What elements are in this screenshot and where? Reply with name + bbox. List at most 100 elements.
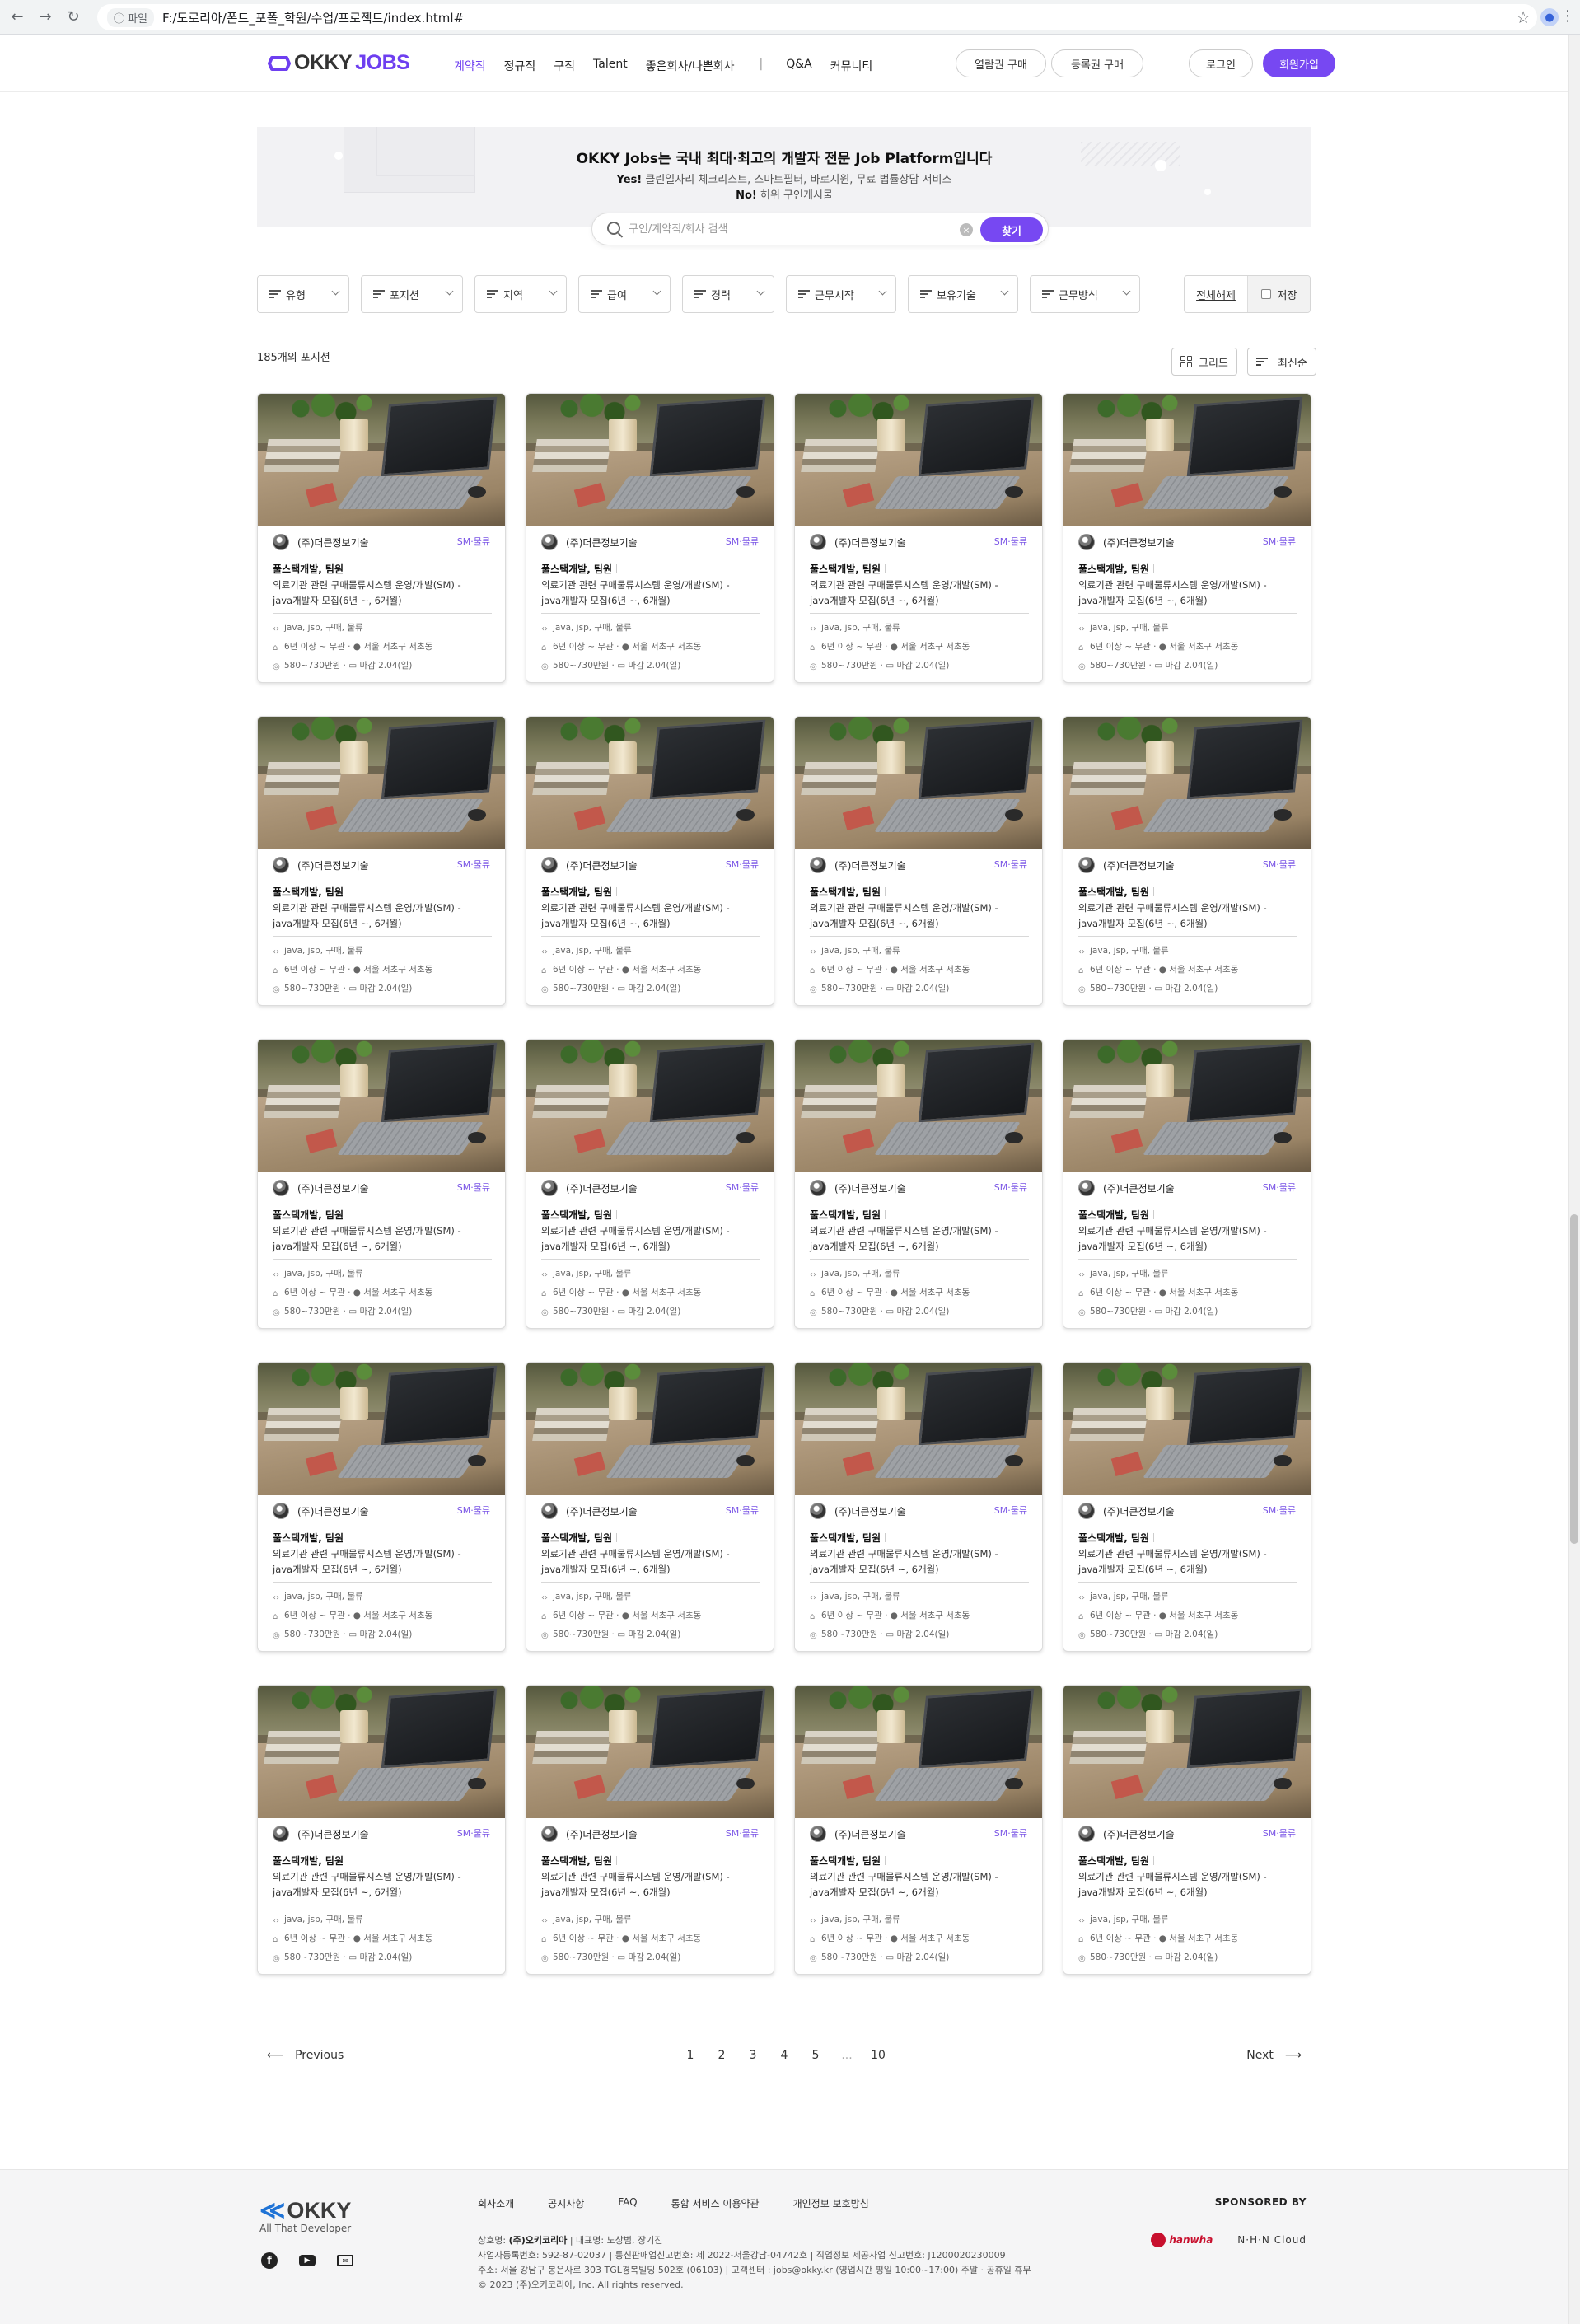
company-name: (주)더큰정보기술 xyxy=(297,537,369,549)
job-description-line: 의료기관 관련 구매물류시스템 운영/개발(SM) - xyxy=(1078,1225,1267,1237)
reload-icon[interactable]: ↻ xyxy=(63,7,84,28)
job-card[interactable]: (주)더큰정보기술 SM·물류 풀스택개발, 팀원 의료기관 관련 구매물류시스… xyxy=(1063,1039,1311,1329)
filter-work-type[interactable]: 근무방식 xyxy=(1030,275,1140,313)
nav-talent[interactable]: Talent xyxy=(593,58,628,74)
job-card[interactable]: (주)더큰정보기술 SM·물류 풀스택개발, 팀원 의료기관 관련 구매물류시스… xyxy=(526,716,774,1006)
job-card[interactable]: (주)더큰정보기술 SM·물류 풀스택개발, 팀원 의료기관 관련 구매물류시스… xyxy=(794,1039,1043,1329)
save-checkbox[interactable] xyxy=(1260,289,1271,299)
job-card[interactable]: (주)더큰정보기술 SM·물류 풀스택개발, 팀원 의료기관 관련 구매물류시스… xyxy=(526,1039,774,1329)
filter-salary[interactable]: 급여 xyxy=(578,275,671,313)
job-card[interactable]: (주)더큰정보기술 SM·물류 풀스택개발, 팀원 의료기관 관련 구매물류시스… xyxy=(257,716,506,1006)
job-card[interactable]: (주)더큰정보기술 SM·물류 풀스택개발, 팀원 의료기관 관련 구매물류시스… xyxy=(257,1039,506,1329)
job-card[interactable]: (주)더큰정보기술 SM·물류 풀스택개발, 팀원 의료기관 관련 구매물류시스… xyxy=(794,1362,1043,1652)
job-card[interactable]: (주)더큰정보기술 SM·물류 풀스택개발, 팀원 의료기관 관련 구매물류시스… xyxy=(257,1362,506,1652)
footer-link-terms[interactable]: 통합 서비스 이용약관 xyxy=(671,2196,760,2210)
footer-link-about[interactable]: 회사소개 xyxy=(478,2196,514,2210)
nav-fulltime[interactable]: 정규직 xyxy=(504,58,536,74)
job-card[interactable]: (주)더큰정보기술 SM·물류 풀스택개발, 팀원 의료기관 관련 구매물류시스… xyxy=(257,393,506,683)
footer-link-faq[interactable]: FAQ xyxy=(618,2196,637,2210)
filter-start[interactable]: 근무시작 xyxy=(786,275,896,313)
nhn-cloud-logo[interactable]: N·H·N Cloud xyxy=(1237,2234,1307,2246)
job-card[interactable]: (주)더큰정보기술 SM·물류 풀스택개발, 팀원 의료기관 관련 구매물류시스… xyxy=(257,1685,506,1975)
profile-icon[interactable]: ● xyxy=(1540,8,1559,26)
scrollbar-thumb[interactable] xyxy=(1570,1214,1578,1544)
footer-logo[interactable]: ≪ OKKY xyxy=(259,2196,351,2225)
footer-link-notice[interactable]: 공지사항 xyxy=(548,2196,584,2210)
company-name: (주)더큰정보기술 xyxy=(566,1183,638,1195)
page-10[interactable]: 10 xyxy=(862,2049,894,2062)
job-card[interactable]: (주)더큰정보기술 SM·물류 풀스택개발, 팀원 의료기관 관련 구매물류시스… xyxy=(794,716,1043,1006)
page-3[interactable]: 3 xyxy=(737,2049,769,2062)
site-footer: ≪ OKKY All That Developer f ▶ ✉ 회사소개 공지사항… xyxy=(0,2169,1568,2324)
job-salary-deadline-text: 580~730만원 · ▭ 마감 2.04(일) xyxy=(1090,1307,1218,1316)
job-card[interactable]: (주)더큰정보기술 SM·물류 풀스택개발, 팀원 의료기관 관련 구매물류시스… xyxy=(1063,1685,1311,1975)
title-divider xyxy=(616,564,618,573)
job-description-line: java개발자 모집(6년 ~, 6개월) xyxy=(273,1564,402,1575)
job-title-text: 풀스택개발, 팀원 xyxy=(810,886,881,898)
address-bar[interactable]: ⓘ 파일 F:/도로리아/폰트_포폴_학원/수업/프로젝트/index.html# xyxy=(97,4,1537,30)
hanwha-logo[interactable]: hanwha xyxy=(1151,2233,1213,2247)
save-filters-toggle[interactable]: 저장 xyxy=(1247,276,1310,312)
browser-menu-icon[interactable]: ⋮ xyxy=(1560,7,1575,25)
job-category-tag: SM·물류 xyxy=(993,1505,1027,1516)
job-card[interactable]: (주)더큰정보기술 SM·물류 풀스택개발, 팀원 의료기관 관련 구매물류시스… xyxy=(1063,393,1311,683)
job-card[interactable]: (주)더큰정보기술 SM·물류 풀스택개발, 팀원 의료기관 관련 구매물류시스… xyxy=(526,1362,774,1652)
job-card[interactable]: (주)더큰정보기술 SM·물류 풀스택개발, 팀원 의료기관 관련 구매물류시스… xyxy=(526,393,774,683)
search-input[interactable] xyxy=(629,220,958,238)
bookmark-star-icon[interactable]: ☆ xyxy=(1516,7,1531,27)
clear-icon[interactable]: × xyxy=(960,223,973,236)
job-card[interactable]: (주)더큰정보기술 SM·물류 풀스택개발, 팀원 의료기관 관련 구매물류시스… xyxy=(794,1685,1043,1975)
money-icon: ◎ xyxy=(810,1954,817,1963)
company-name: (주)더큰정보기술 xyxy=(834,1183,906,1195)
company-avatar xyxy=(810,1826,826,1842)
company-name: (주)더큰정보기술 xyxy=(566,1829,638,1840)
company-name: (주)더큰정보기술 xyxy=(1103,1183,1175,1195)
page-4[interactable]: 4 xyxy=(769,2049,800,2062)
reset-filters-button[interactable]: 전체해제 xyxy=(1185,276,1247,312)
job-career-location-text: 6년 이상 ~ 무관 · ● 서울 서초구 서초동 xyxy=(284,965,433,975)
job-card[interactable]: (주)더큰정보기술 SM·물류 풀스택개발, 팀원 의료기관 관련 구매물류시스… xyxy=(794,393,1043,683)
job-skills: ‹› java, jsp, 구매, 물류 xyxy=(810,1590,900,1602)
page-2[interactable]: 2 xyxy=(706,2049,737,2062)
nav-community[interactable]: 커뮤니티 xyxy=(830,58,873,74)
job-description: 의료기관 관련 구매물류시스템 운영/개발(SM) - java개발자 모집(6… xyxy=(541,1869,762,1901)
filter-region[interactable]: 지역 xyxy=(474,275,567,313)
filter-position[interactable]: 포지션 xyxy=(361,275,463,313)
buy-view-ticket-button[interactable]: 열람권 구매 xyxy=(956,49,1046,77)
forward-icon[interactable]: → xyxy=(35,7,56,28)
job-card[interactable]: (주)더큰정보기술 SM·물류 풀스택개발, 팀원 의료기관 관련 구매물류시스… xyxy=(1063,716,1311,1006)
job-card[interactable]: (주)더큰정보기술 SM·물류 풀스택개발, 팀원 의료기관 관련 구매물류시스… xyxy=(526,1685,774,1975)
site-info-chip[interactable]: ⓘ 파일 xyxy=(107,7,154,27)
youtube-icon[interactable]: ▶ xyxy=(299,2255,316,2266)
filter-type[interactable]: 유형 xyxy=(257,275,349,313)
buy-reg-ticket-button[interactable]: 등록권 구매 xyxy=(1051,49,1143,77)
pagination: ⟵ Previous 1 2 3 4 5... 10 Next ⟶ xyxy=(257,2045,1311,2069)
job-category-tag: SM·물류 xyxy=(725,1505,759,1516)
nav-qna[interactable]: Q&A xyxy=(786,58,812,74)
filter-career[interactable]: 경력 xyxy=(682,275,774,313)
nav-jobseek[interactable]: 구직 xyxy=(554,58,575,74)
search-button[interactable]: 찾기 xyxy=(980,217,1043,242)
page-5[interactable]: 5 xyxy=(800,2049,831,2062)
facebook-icon[interactable]: f xyxy=(261,2252,278,2269)
page-1[interactable]: 1 xyxy=(675,2049,706,2062)
job-thumbnail xyxy=(526,1363,774,1495)
job-salary-deadline-text: 580~730만원 · ▭ 마감 2.04(일) xyxy=(284,984,413,994)
job-thumbnail xyxy=(526,394,774,526)
sort-button[interactable]: 최신순 xyxy=(1247,348,1316,376)
scrollbar[interactable] xyxy=(1568,35,1580,2324)
nav-contract[interactable]: 계약직 xyxy=(454,58,486,74)
job-thumbnail xyxy=(795,1686,1042,1818)
grid-view-button[interactable]: 그리드 xyxy=(1171,348,1237,376)
signup-button[interactable]: 회원가입 xyxy=(1263,49,1335,77)
filter-skills[interactable]: 보유기술 xyxy=(908,275,1018,313)
nav-company-review[interactable]: 좋은회사/나쁜회사 xyxy=(646,58,735,74)
back-icon[interactable]: ← xyxy=(7,7,28,28)
next-page-button[interactable]: Next ⟶ xyxy=(1246,2049,1302,2062)
login-button[interactable]: 로그인 xyxy=(1189,49,1253,77)
mail-icon[interactable]: ✉ xyxy=(337,2255,353,2266)
job-card[interactable]: (주)더큰정보기술 SM·물류 풀스택개발, 팀원 의료기관 관련 구매물류시스… xyxy=(1063,1362,1311,1652)
job-thumbnail xyxy=(795,1040,1042,1172)
okky-jobs-logo[interactable]: OKKY JOBS xyxy=(268,51,410,75)
footer-link-privacy[interactable]: 개인정보 보호방침 xyxy=(793,2196,869,2210)
